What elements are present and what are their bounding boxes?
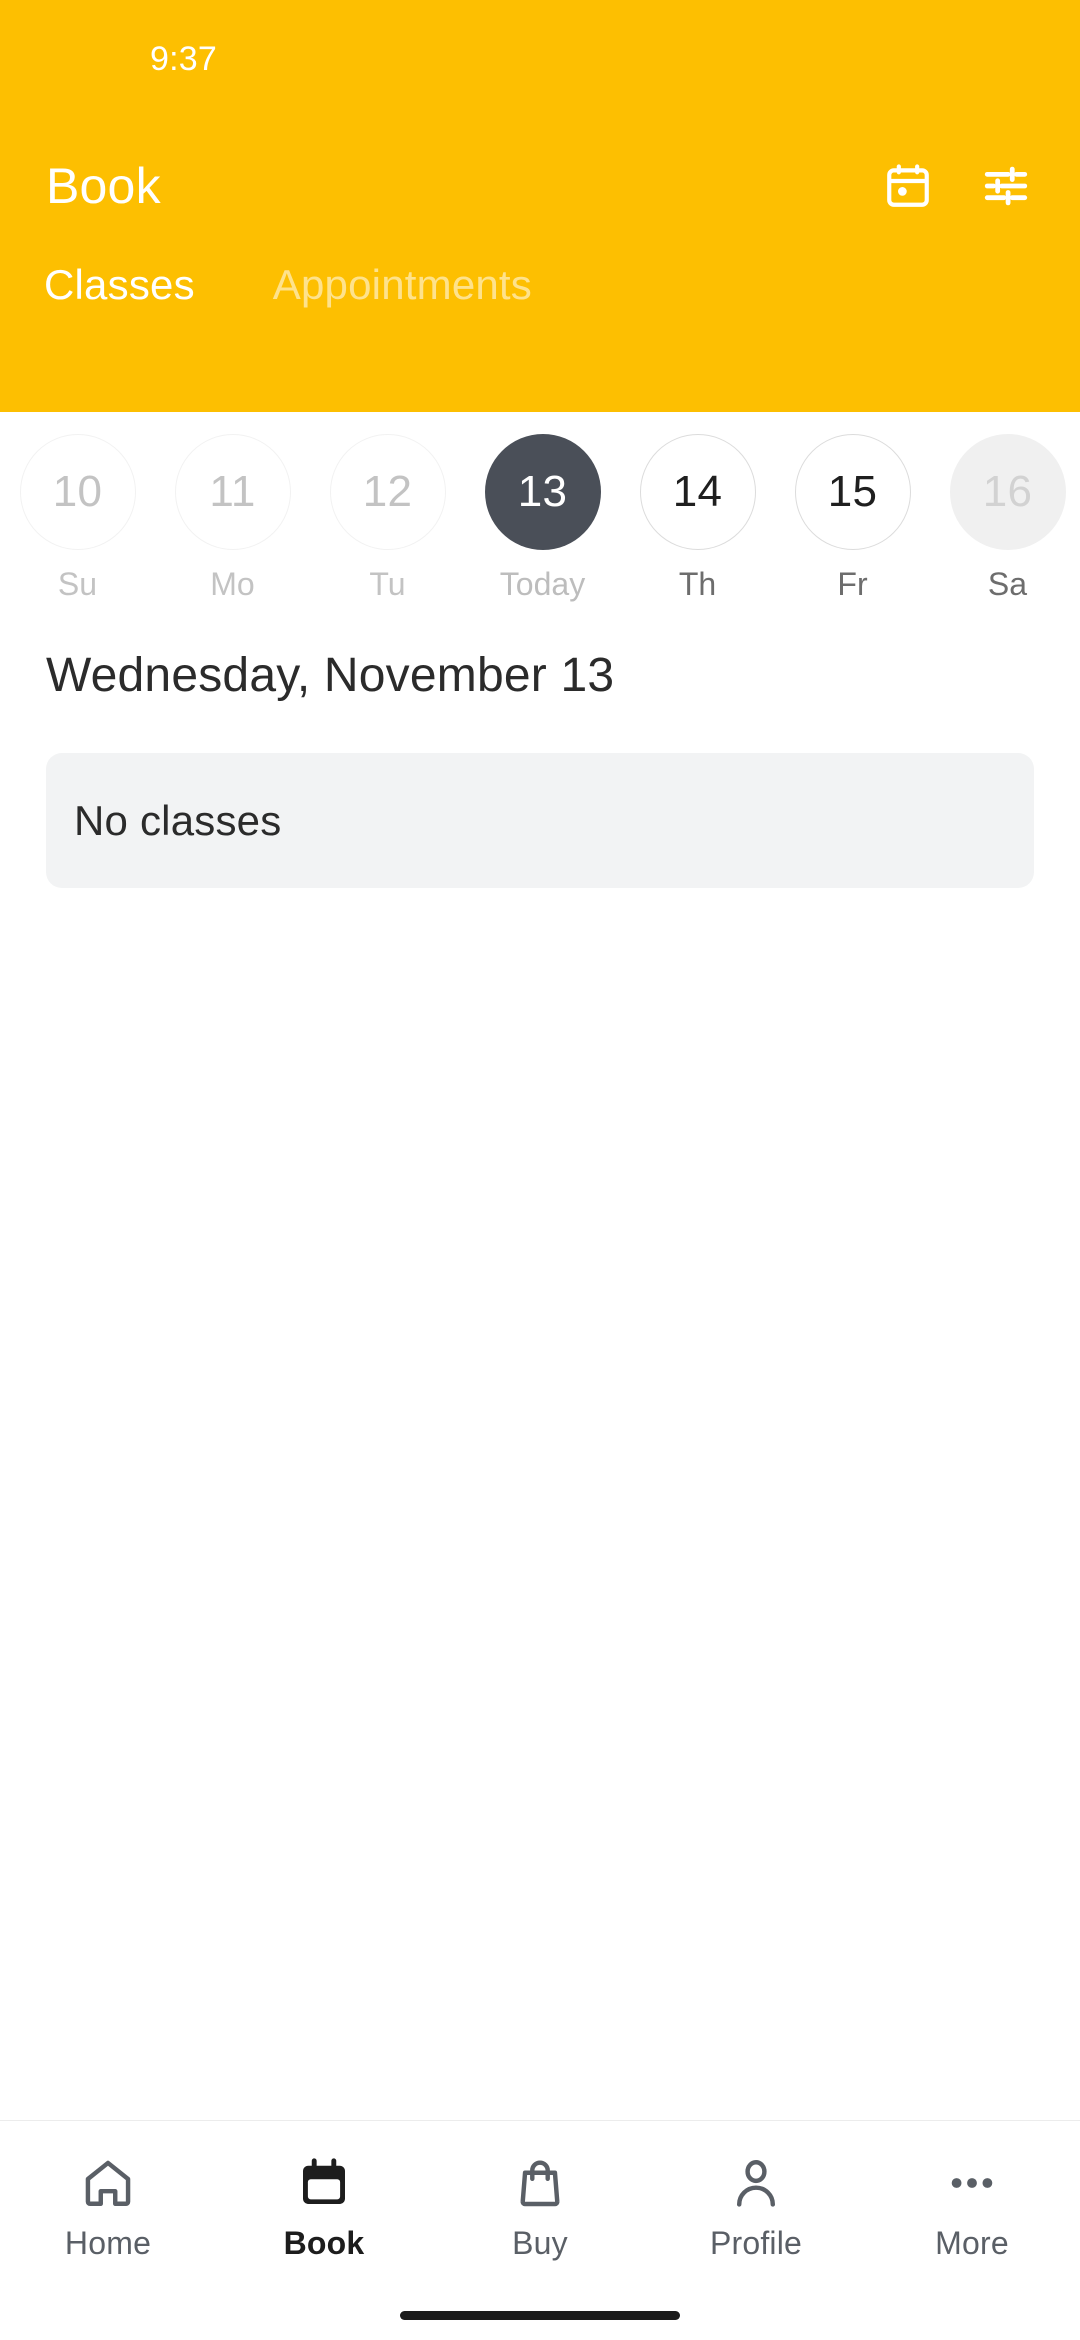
date-weekday: Today: [499, 566, 586, 602]
date-weekday: Su: [57, 566, 98, 602]
nav-label: Profile: [709, 2225, 803, 2261]
calendar-icon[interactable]: [880, 158, 936, 214]
app-bar: Book: [0, 118, 1080, 253]
date-circle[interactable]: 10: [19, 434, 136, 550]
date-circle[interactable]: 13: [484, 434, 601, 550]
tab-appointments[interactable]: Appointments: [263, 253, 542, 309]
filter-icon[interactable]: [978, 158, 1034, 214]
date-weekday: Mo: [210, 566, 255, 602]
nav-item-profile[interactable]: Profile: [648, 2121, 864, 2290]
date-strip[interactable]: 10 Su 11 Mo 12 Tu 13 Today 14 Th 15 Fr 1…: [0, 412, 1080, 612]
date-circle[interactable]: 12: [329, 434, 446, 550]
ellipsis-icon: [944, 2149, 1000, 2211]
date-cell-12[interactable]: 12 Tu: [310, 434, 465, 603]
selected-date-heading: Wednesday, November 13: [46, 649, 615, 702]
date-weekday: Sa: [987, 566, 1028, 602]
home-icon: [80, 2149, 136, 2211]
person-icon: [728, 2149, 784, 2211]
app-header: 9:37 Book Classes Appointments: [0, 0, 1080, 412]
nav-item-buy[interactable]: Buy: [432, 2121, 648, 2290]
home-indicator-area: [0, 2290, 1080, 2340]
empty-state-text: No classes: [74, 796, 282, 844]
page-title: Book: [46, 157, 161, 214]
nav-label: More: [935, 2225, 1009, 2261]
date-circle[interactable]: 16: [949, 434, 1066, 550]
date-cell-14[interactable]: 14 Th: [620, 434, 775, 603]
date-cell-15[interactable]: 15 Fr: [775, 434, 930, 603]
tab-classes[interactable]: Classes: [34, 253, 205, 309]
nav-label: Book: [283, 2225, 365, 2261]
status-bar-clock: 9:37: [150, 39, 217, 78]
date-cell-10[interactable]: 10 Su: [0, 434, 155, 603]
bottom-navigation: Home Book Buy Profile More: [0, 2120, 1080, 2290]
date-circle[interactable]: 11: [174, 434, 291, 550]
date-weekday: Fr: [837, 566, 868, 602]
header-tabs: Classes Appointments: [0, 253, 1080, 309]
date-circle[interactable]: 14: [639, 434, 756, 550]
nav-item-more[interactable]: More: [864, 2121, 1080, 2290]
date-circle[interactable]: 15: [794, 434, 911, 550]
nav-item-book[interactable]: Book: [216, 2121, 432, 2290]
nav-label: Home: [64, 2225, 152, 2261]
status-bar: 9:37: [0, 0, 1080, 118]
date-weekday: Th: [678, 566, 717, 602]
app-screen: 9:37 Book Classes Appointments 10 Su 11 …: [0, 0, 1080, 2340]
calendar-filled-icon: [296, 2149, 352, 2211]
empty-state-card: No classes: [46, 753, 1034, 888]
main-content: Wednesday, November 13 No classes: [0, 612, 1080, 2120]
date-cell-13-selected[interactable]: 13 Today: [465, 434, 620, 603]
date-cell-16[interactable]: 16 Sa: [930, 434, 1080, 603]
date-weekday: Tu: [369, 566, 406, 602]
home-indicator[interactable]: [400, 2310, 680, 2320]
nav-item-home[interactable]: Home: [0, 2121, 216, 2290]
app-bar-actions: [880, 158, 1034, 214]
date-cell-11[interactable]: 11 Mo: [155, 434, 310, 603]
nav-label: Buy: [512, 2225, 568, 2261]
shopping-bag-icon: [512, 2149, 568, 2211]
